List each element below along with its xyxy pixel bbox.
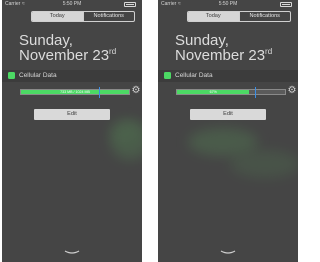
widget-header[interactable]: Cellular Data <box>2 70 142 82</box>
tab-today[interactable]: Today <box>188 12 239 21</box>
widget-title: Cellular Data <box>19 72 57 79</box>
data-usage-text: 67% <box>209 90 217 94</box>
data-usage-text: 733 MB / 1024 MB <box>60 90 90 94</box>
phone-screen-right: Carrier ≈ 5:50 PM Today Notifications Su… <box>158 0 298 262</box>
status-time: 5:50 PM <box>62 1 82 7</box>
gear-icon[interactable]: ⚙ <box>287 86 297 96</box>
date-suffix: rd <box>265 47 273 56</box>
app-icon <box>164 72 171 79</box>
widget-header[interactable]: Cellular Data <box>158 70 298 82</box>
tab-today[interactable]: Today <box>32 12 83 21</box>
edit-button[interactable]: Edit <box>34 109 110 120</box>
edit-button[interactable]: Edit <box>190 109 266 120</box>
status-bar: Carrier ≈ 5:50 PM <box>158 0 298 9</box>
data-usage-bar: 67% <box>176 89 286 95</box>
date-month-day: November 23 <box>175 47 266 64</box>
widget-title: Cellular Data <box>175 72 213 79</box>
battery-icon <box>280 2 292 7</box>
status-bar: Carrier ≈ 5:50 PM <box>2 0 142 9</box>
tab-notifications[interactable]: Notifications <box>238 12 291 21</box>
blurred-background <box>230 150 298 178</box>
view-tabs: Today Notifications <box>187 11 291 22</box>
usage-marker <box>99 87 101 98</box>
battery-icon <box>124 2 136 7</box>
grabber-handle-icon[interactable] <box>220 250 236 254</box>
gear-icon[interactable]: ⚙ <box>131 86 141 96</box>
view-tabs: Today Notifications <box>31 11 135 22</box>
date-month-day: November 23 <box>19 47 110 64</box>
grabber-handle-icon[interactable] <box>64 250 80 254</box>
tab-notifications[interactable]: Notifications <box>82 12 135 21</box>
phone-screen-left: Carrier ≈ 5:50 PM Today Notifications Su… <box>2 0 142 262</box>
data-usage-bar: 733 MB / 1024 MB <box>20 89 130 95</box>
date-heading: Sunday, November 23rd <box>175 33 295 63</box>
usage-marker <box>255 87 257 98</box>
blurred-background <box>110 120 140 144</box>
status-time: 5:50 PM <box>218 1 238 7</box>
date-suffix: rd <box>109 47 117 56</box>
date-heading: Sunday, November 23rd <box>19 33 139 63</box>
app-icon <box>8 72 15 79</box>
